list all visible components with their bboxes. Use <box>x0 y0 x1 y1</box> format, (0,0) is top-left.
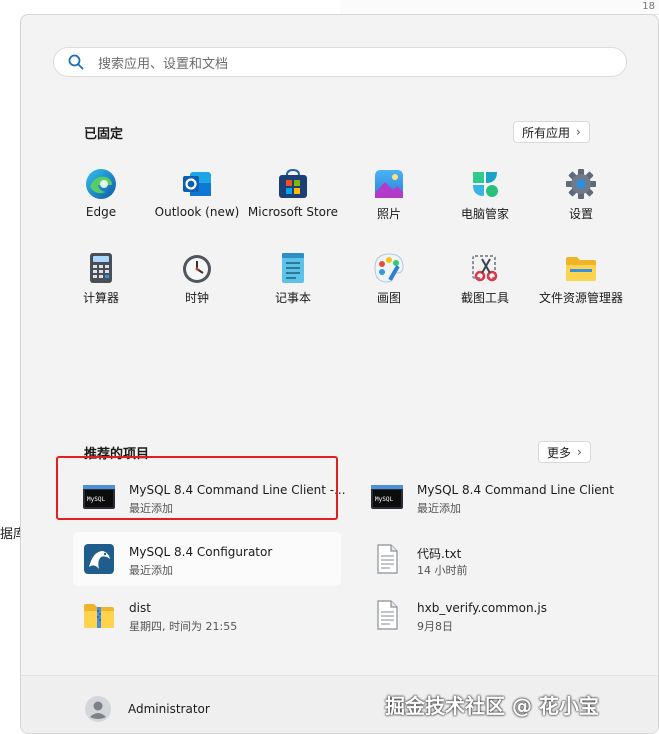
more-label: 更多 <box>547 445 572 460</box>
app-label: 照片 <box>376 207 401 221</box>
pinned-apps-grid: Edge Outlook (new) Microsoft Store 照片 电脑… <box>53 165 633 333</box>
search-icon <box>68 54 84 70</box>
zip-folder-icon <box>84 604 114 628</box>
document-icon <box>377 544 398 574</box>
recommended-item-title: MySQL 8.4 Command Line Client <box>417 483 614 497</box>
file-explorer-icon <box>566 257 596 281</box>
pinned-app-paint[interactable]: 画图 <box>341 249 437 333</box>
photos-icon <box>375 170 403 198</box>
app-label: Microsoft Store <box>247 205 339 219</box>
app-label: 计算器 <box>82 291 119 305</box>
recommended-item-title: MySQL 8.4 Configurator <box>129 545 273 559</box>
highlight-box <box>56 456 338 520</box>
pc-manager-icon <box>473 172 498 197</box>
recommended-item[interactable]: 代码.txt 14 小时前 <box>361 532 629 586</box>
app-label: 文件资源管理器 <box>538 291 623 305</box>
outlook-icon <box>183 172 211 196</box>
pinned-app-calculator[interactable]: 计算器 <box>53 249 149 333</box>
pinned-app-edge[interactable]: Edge <box>53 165 149 249</box>
more-button[interactable]: 更多 › <box>538 441 591 463</box>
watermark-text: 掘金技术社区 @ 花小宝 <box>385 694 599 718</box>
pinned-app-store[interactable]: Microsoft Store <box>245 165 341 249</box>
pinned-app-clock[interactable]: 时钟 <box>149 249 245 333</box>
edge-icon <box>86 169 116 199</box>
recommended-item-title: hxb_verify.common.js <box>417 601 547 615</box>
app-label: 画图 <box>376 291 401 305</box>
pinned-app-outlook[interactable]: Outlook (new) <box>149 165 245 249</box>
recommended-item[interactable]: dist 星期四, 时间为 21:55 <box>73 588 341 642</box>
app-label: 电脑管家 <box>460 207 509 221</box>
background-window-strip <box>340 0 659 15</box>
document-icon <box>377 600 398 630</box>
recommended-item[interactable]: MySQL 8.4 Configurator 最近添加 <box>73 532 341 586</box>
pinned-app-settings[interactable]: 设置 <box>533 165 629 249</box>
app-label: Edge <box>85 205 117 219</box>
mysql-configurator-icon <box>84 544 114 574</box>
settings-icon <box>566 169 596 199</box>
pinned-app-file-explorer[interactable]: 文件资源管理器 <box>533 249 629 333</box>
recommended-item[interactable]: MySQL MySQL 8.4 Command Line Client 最近添加 <box>361 470 629 524</box>
app-label: 截图工具 <box>460 291 509 305</box>
calculator-icon <box>90 253 112 283</box>
app-label: 设置 <box>568 207 593 221</box>
background-number: 18 <box>642 1 655 12</box>
recommended-item-subtitle: 9月8日 <box>417 620 453 633</box>
chevron-right-icon: › <box>576 125 581 139</box>
mysql-cli-icon: MySQL <box>371 485 403 509</box>
all-apps-button[interactable]: 所有应用 › <box>513 121 590 143</box>
app-label: Outlook (new) <box>154 205 240 219</box>
svg-text:MySQL: MySQL <box>375 496 393 503</box>
chevron-right-icon: › <box>577 445 582 459</box>
notepad-icon <box>282 253 304 283</box>
recommended-item-subtitle: 14 小时前 <box>417 564 468 577</box>
search-box[interactable] <box>53 47 627 77</box>
search-input[interactable] <box>96 53 600 75</box>
all-apps-label: 所有应用 <box>522 125 571 140</box>
app-label: 时钟 <box>184 291 209 305</box>
user-button[interactable]: Administrator <box>77 690 237 728</box>
recommended-item-subtitle: 星期四, 时间为 21:55 <box>129 620 238 633</box>
pinned-app-photos[interactable]: 照片 <box>341 165 437 249</box>
recommended-item-subtitle: 最近添加 <box>417 502 461 515</box>
pinned-app-snipping-tool[interactable]: 截图工具 <box>437 249 533 333</box>
paint-icon <box>374 253 404 283</box>
recommended-item-title: 代码.txt <box>417 547 462 561</box>
recommended-item[interactable]: hxb_verify.common.js 9月8日 <box>361 588 629 642</box>
recommended-item-subtitle: 最近添加 <box>129 564 173 577</box>
clock-icon <box>183 255 211 283</box>
user-name: Administrator <box>128 702 210 716</box>
snipping-tool-icon <box>472 255 498 282</box>
user-avatar-icon <box>85 696 111 722</box>
pinned-app-pc-manager[interactable]: 电脑管家 <box>437 165 533 249</box>
store-icon <box>279 168 307 198</box>
pinned-app-notepad[interactable]: 记事本 <box>245 249 341 333</box>
app-label: 记事本 <box>274 291 311 305</box>
recommended-item-title: dist <box>129 601 151 615</box>
start-menu-panel: 已固定 所有应用 › Edge Outlook (new) <box>20 14 659 734</box>
pinned-title: 已固定 <box>84 127 124 142</box>
